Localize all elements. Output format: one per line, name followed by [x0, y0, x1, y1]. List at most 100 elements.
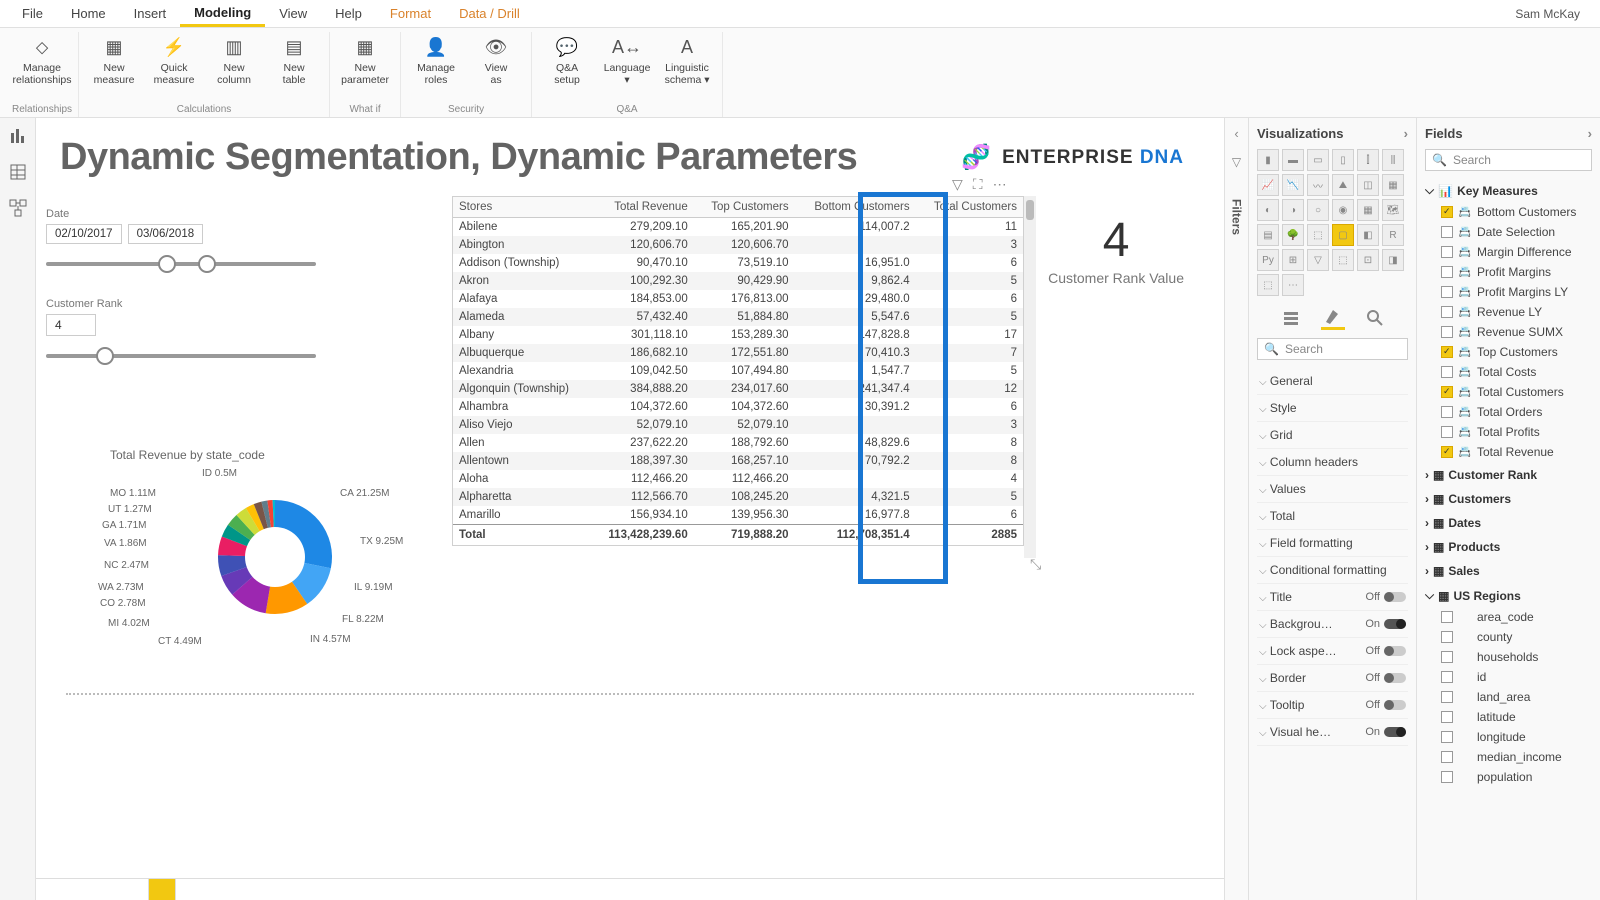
table-row[interactable]: Allen237,622.20188,792.6048,829.68	[453, 434, 1023, 452]
date-to-input[interactable]: 03/06/2018	[128, 224, 204, 244]
viz-type-5[interactable]: ⫼	[1382, 149, 1404, 171]
menu-view[interactable]: View	[265, 2, 321, 25]
report-view-icon[interactable]	[8, 126, 28, 146]
format-section-general[interactable]: ⌵ General	[1257, 368, 1408, 395]
viz-type-12[interactable]: ◐	[1257, 199, 1279, 221]
filter-icon[interactable]: ▽	[952, 176, 963, 193]
viz-type-28[interactable]: ⊡	[1357, 249, 1379, 271]
format-tab-icon[interactable]	[1321, 306, 1345, 330]
field-areacode[interactable]: area_code	[1425, 607, 1592, 627]
field-dateselection[interactable]: 📇Date Selection	[1425, 222, 1592, 242]
field-revenuesumx[interactable]: 📇Revenue SUMX	[1425, 322, 1592, 342]
focus-icon[interactable]: ⛶	[973, 176, 983, 193]
format-toggle-title[interactable]: ⌵ TitleOff	[1257, 584, 1408, 611]
table-row[interactable]: Abington120,606.70120,606.703	[453, 236, 1023, 254]
menu-insert[interactable]: Insert	[120, 2, 181, 25]
format-section-fieldformatting[interactable]: ⌵ Field formatting	[1257, 530, 1408, 557]
menu-file[interactable]: File	[8, 2, 57, 25]
rank-slicer[interactable]: Customer Rank 4	[46, 298, 336, 358]
field-totalprofits[interactable]: 📇Total Profits	[1425, 422, 1592, 442]
viz-type-30[interactable]: ⬚	[1257, 274, 1279, 296]
table-row[interactable]: Albany301,118.10153,289.30147,828.817	[453, 326, 1023, 344]
viz-search[interactable]: 🔍Search	[1257, 338, 1408, 360]
ribbon-quick-measure[interactable]: ⚡Quickmeasure	[145, 32, 203, 88]
field-totalcosts[interactable]: 📇Total Costs	[1425, 362, 1592, 382]
data-table[interactable]: StoresTotal RevenueTop CustomersBottom C…	[452, 196, 1024, 546]
expand-icon[interactable]: ›	[1588, 126, 1592, 141]
field-totalorders[interactable]: 📇Total Orders	[1425, 402, 1592, 422]
field-county[interactable]: county	[1425, 627, 1592, 647]
table-row[interactable]: Abilene279,209.10165,201.90114,007.211	[453, 218, 1023, 237]
viz-type-25[interactable]: ⊞	[1282, 249, 1304, 271]
data-view-icon[interactable]	[8, 162, 28, 182]
viz-type-4[interactable]: ⫿	[1357, 149, 1379, 171]
ribbon-new-table[interactable]: ▤Newtable	[265, 32, 323, 88]
field-landarea[interactable]: land_area	[1425, 687, 1592, 707]
field-topcustomers[interactable]: 📇Top Customers	[1425, 342, 1592, 362]
viz-type-9[interactable]: ⛰	[1332, 174, 1354, 196]
page-tab[interactable]	[116, 879, 149, 900]
format-toggle-border[interactable]: ⌵ BorderOff	[1257, 665, 1408, 692]
ribbon-new-parameter[interactable]: ▦Newparameter	[336, 32, 394, 88]
field-group-dates[interactable]: ›▦Dates	[1425, 512, 1592, 534]
viz-type-16[interactable]: ▦	[1357, 199, 1379, 221]
fields-tab-icon[interactable]	[1279, 306, 1303, 330]
format-toggle-backgrou[interactable]: ⌵ Backgrou…On	[1257, 611, 1408, 638]
viz-type-0[interactable]: ▮	[1257, 149, 1279, 171]
ribbon-manage-roles[interactable]: 👤Manageroles	[407, 32, 465, 88]
table-row[interactable]: Algonquin (Township)384,888.20234,017.60…	[453, 380, 1023, 398]
menu-home[interactable]: Home	[57, 2, 120, 25]
table-row[interactable]: Alafaya184,853.00176,813.0029,480.06	[453, 290, 1023, 308]
table-row[interactable]: Akron100,292.3090,429.909,862.45	[453, 272, 1023, 290]
field-group-customerrank[interactable]: ›▦Customer Rank	[1425, 464, 1592, 486]
format-toggle-lockaspe[interactable]: ⌵ Lock aspe…Off	[1257, 638, 1408, 665]
viz-type-20[interactable]: ⬚	[1307, 224, 1329, 246]
viz-type-7[interactable]: 📉	[1282, 174, 1304, 196]
viz-type-18[interactable]: ▤	[1257, 224, 1279, 246]
table-row[interactable]: Aloha112,466.20112,466.204	[453, 470, 1023, 488]
field-group-customers[interactable]: ›▦Customers	[1425, 488, 1592, 510]
resize-handle-icon[interactable]: ⤡	[1030, 556, 1041, 573]
field-group-usregions[interactable]: ⌵▦US Regions	[1425, 584, 1592, 607]
viz-type-22[interactable]: ◧	[1357, 224, 1379, 246]
viz-type-6[interactable]: 📈	[1257, 174, 1279, 196]
format-section-style[interactable]: ⌵ Style	[1257, 395, 1408, 422]
field-group-products[interactable]: ›▦Products	[1425, 536, 1592, 558]
viz-type-1[interactable]: ▬	[1282, 149, 1304, 171]
table-row[interactable]: Alpharetta112,566.70108,245.204,321.55	[453, 488, 1023, 506]
more-icon[interactable]: ⋯	[993, 176, 1007, 193]
viz-type-27[interactable]: ⬚	[1332, 249, 1354, 271]
ribbon-new-measure[interactable]: ▦Newmeasure	[85, 32, 143, 88]
filters-label[interactable]: Filters	[1230, 199, 1244, 235]
field-medianincome[interactable]: median_income	[1425, 747, 1592, 767]
menu-format[interactable]: Format	[376, 2, 445, 25]
menu-modeling[interactable]: Modeling	[180, 1, 265, 27]
field-latitude[interactable]: latitude	[1425, 707, 1592, 727]
rank-card[interactable]: 4 Customer Rank Value	[1048, 213, 1184, 286]
ribbon-new-column[interactable]: ▥Newcolumn	[205, 32, 263, 88]
date-slider[interactable]	[46, 262, 316, 266]
viz-type-13[interactable]: ◑	[1282, 199, 1304, 221]
viz-type-15[interactable]: ◉	[1332, 199, 1354, 221]
field-households[interactable]: households	[1425, 647, 1592, 667]
viz-type-3[interactable]: ▯	[1332, 149, 1354, 171]
table-row[interactable]: Allentown188,397.30168,257.1070,792.28	[453, 452, 1023, 470]
rank-slider[interactable]	[46, 354, 316, 358]
table-row[interactable]: Albuquerque186,682.10172,551.8070,410.37	[453, 344, 1023, 362]
menu-help[interactable]: Help	[321, 2, 376, 25]
field-profitmargins[interactable]: 📇Profit Margins	[1425, 262, 1592, 282]
format-toggle-visualhe[interactable]: ⌵ Visual he…On	[1257, 719, 1408, 746]
viz-type-21[interactable]: ▢	[1332, 224, 1354, 246]
collapse-chevron-icon[interactable]: ‹	[1234, 126, 1238, 141]
table-row[interactable]: Alhambra104,372.60104,372.6030,391.26	[453, 398, 1023, 416]
field-bottomcustomers[interactable]: 📇Bottom Customers	[1425, 202, 1592, 222]
date-slicer[interactable]: Date 02/10/2017 03/06/2018	[46, 208, 336, 266]
viz-type-11[interactable]: ▦	[1382, 174, 1404, 196]
format-section-grid[interactable]: ⌵ Grid	[1257, 422, 1408, 449]
table-row[interactable]: Alameda57,432.4051,884.805,547.65	[453, 308, 1023, 326]
analytics-tab-icon[interactable]	[1363, 306, 1387, 330]
ribbon-linguistic-schema[interactable]: ALinguisticschema ▾	[658, 32, 716, 88]
format-section-values[interactable]: ⌵ Values	[1257, 476, 1408, 503]
viz-type-23[interactable]: R	[1382, 224, 1404, 246]
format-toggle-tooltip[interactable]: ⌵ TooltipOff	[1257, 692, 1408, 719]
